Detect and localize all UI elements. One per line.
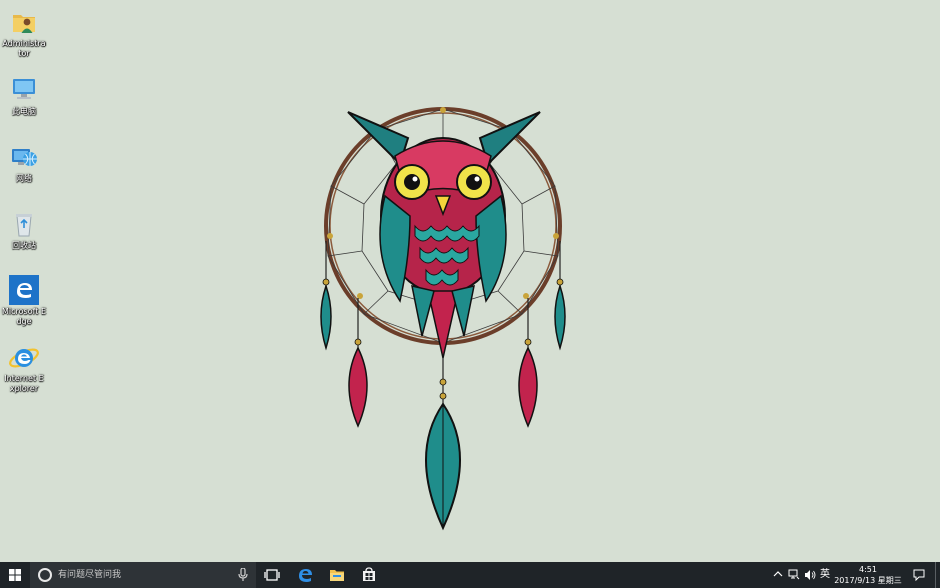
search-placeholder: 有问题尽管问我	[58, 570, 122, 580]
desktop-icon-label: Microsoft Edge	[2, 307, 47, 326]
desktop-icon-label: 网络	[16, 174, 32, 183]
desktop-icon-recycle-bin[interactable]: 回收站	[2, 208, 46, 251]
action-center-button[interactable]	[906, 562, 932, 588]
clock[interactable]: 4:51 2017/9/13 星期三	[832, 564, 904, 586]
desktop: Administrator 此电脑 网络 回收站 Microsoft Edge …	[0, 0, 940, 562]
this-pc-icon	[13, 79, 35, 99]
taskbar-store-button[interactable]	[354, 562, 384, 588]
cortana-icon	[38, 568, 52, 582]
desktop-icon-internet-explorer[interactable]: Internet Explorer	[2, 341, 46, 394]
network-icon	[12, 149, 37, 166]
desktop-icon-this-pc[interactable]: 此电脑	[2, 74, 46, 117]
clock-time: 4:51	[859, 565, 877, 574]
task-view-button[interactable]	[257, 562, 287, 588]
taskbar: 有问题尽管问我 英 4:51 2017/9/13 星期三	[0, 562, 940, 588]
desktop-icon-label: Internet Explorer	[4, 374, 44, 393]
clock-date: 2017/9/13 星期三	[834, 576, 902, 585]
internet-explorer-icon	[9, 348, 39, 368]
owl-dreamcatcher-wallpaper	[320, 107, 566, 531]
recycle-bin-icon	[16, 214, 32, 237]
volume-tray-button[interactable]	[802, 562, 818, 588]
desktop-icon-network[interactable]: 网络	[2, 141, 46, 184]
taskbar-file-explorer-button[interactable]	[322, 562, 352, 588]
input-language-indicator[interactable]: 英	[820, 568, 830, 581]
desktop-icon-edge[interactable]: Microsoft Edge	[2, 274, 46, 327]
show-hidden-icons-button[interactable]	[771, 562, 785, 588]
file-explorer-icon	[330, 570, 344, 581]
desktop-icon-label: Administrator	[2, 39, 46, 58]
volume-icon	[805, 570, 816, 580]
edge-icon	[9, 275, 39, 305]
microphone-icon[interactable]	[238, 568, 248, 582]
show-desktop-button[interactable]	[935, 562, 940, 588]
desktop-icon-label: 此电脑	[12, 107, 36, 116]
network-tray-button[interactable]	[786, 562, 802, 588]
search-box[interactable]: 有问题尽管问我	[30, 562, 256, 588]
task-view-icon	[264, 569, 280, 581]
start-button[interactable]	[0, 562, 30, 588]
edge-icon	[299, 569, 312, 582]
notification-icon	[913, 569, 925, 581]
windows-logo-icon	[9, 569, 21, 581]
taskbar-edge-button[interactable]	[290, 562, 320, 588]
store-icon	[363, 567, 375, 581]
user-folder-icon	[13, 15, 35, 33]
network-status-icon	[788, 569, 800, 580]
desktop-icon-label: 回收站	[12, 241, 36, 250]
desktop-icon-administrator[interactable]: Administrator	[2, 6, 46, 59]
chevron-up-icon	[773, 571, 783, 577]
